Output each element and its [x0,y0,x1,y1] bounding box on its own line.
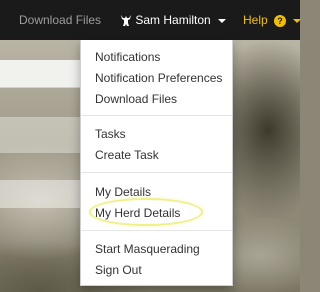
user-menu-toggle[interactable]: Sam Hamilton [120,0,227,40]
menu-divider [81,230,232,231]
page-content-panel [0,60,86,88]
menu-item-notifications[interactable]: Notifications [95,47,160,67]
menu-item-sign-out[interactable]: Sign Out [95,260,142,280]
help-label: Help [243,13,268,27]
menu-item-notification-preferences[interactable]: Notification Preferences [95,68,222,88]
question-circle-icon: ? [274,14,287,27]
nav-download-files-link[interactable]: Download Files [19,0,101,40]
menu-divider [81,115,232,116]
help-menu-toggle[interactable]: Help ? [243,0,302,40]
menu-item-my-herd-details[interactable]: My Herd Details [89,198,203,226]
chevron-down-icon [293,18,302,23]
menu-divider [81,172,232,173]
page-content-panel [0,117,86,153]
menu-item-create-task[interactable]: Create Task [95,145,159,165]
chevron-down-icon [218,18,227,23]
menu-item-tasks[interactable]: Tasks [95,124,126,144]
cow-icon [121,15,131,27]
menu-item-download-files[interactable]: Download Files [95,89,177,109]
user-name: Sam Hamilton [135,13,211,27]
page-content-panel [0,180,86,208]
top-navbar: Download Files Sam Hamilton Help ? [0,0,302,40]
user-dropdown-menu: Notifications Notification Preferences D… [80,40,233,286]
highlight-ring [89,198,203,226]
menu-item-start-masquerading[interactable]: Start Masquerading [95,239,200,259]
